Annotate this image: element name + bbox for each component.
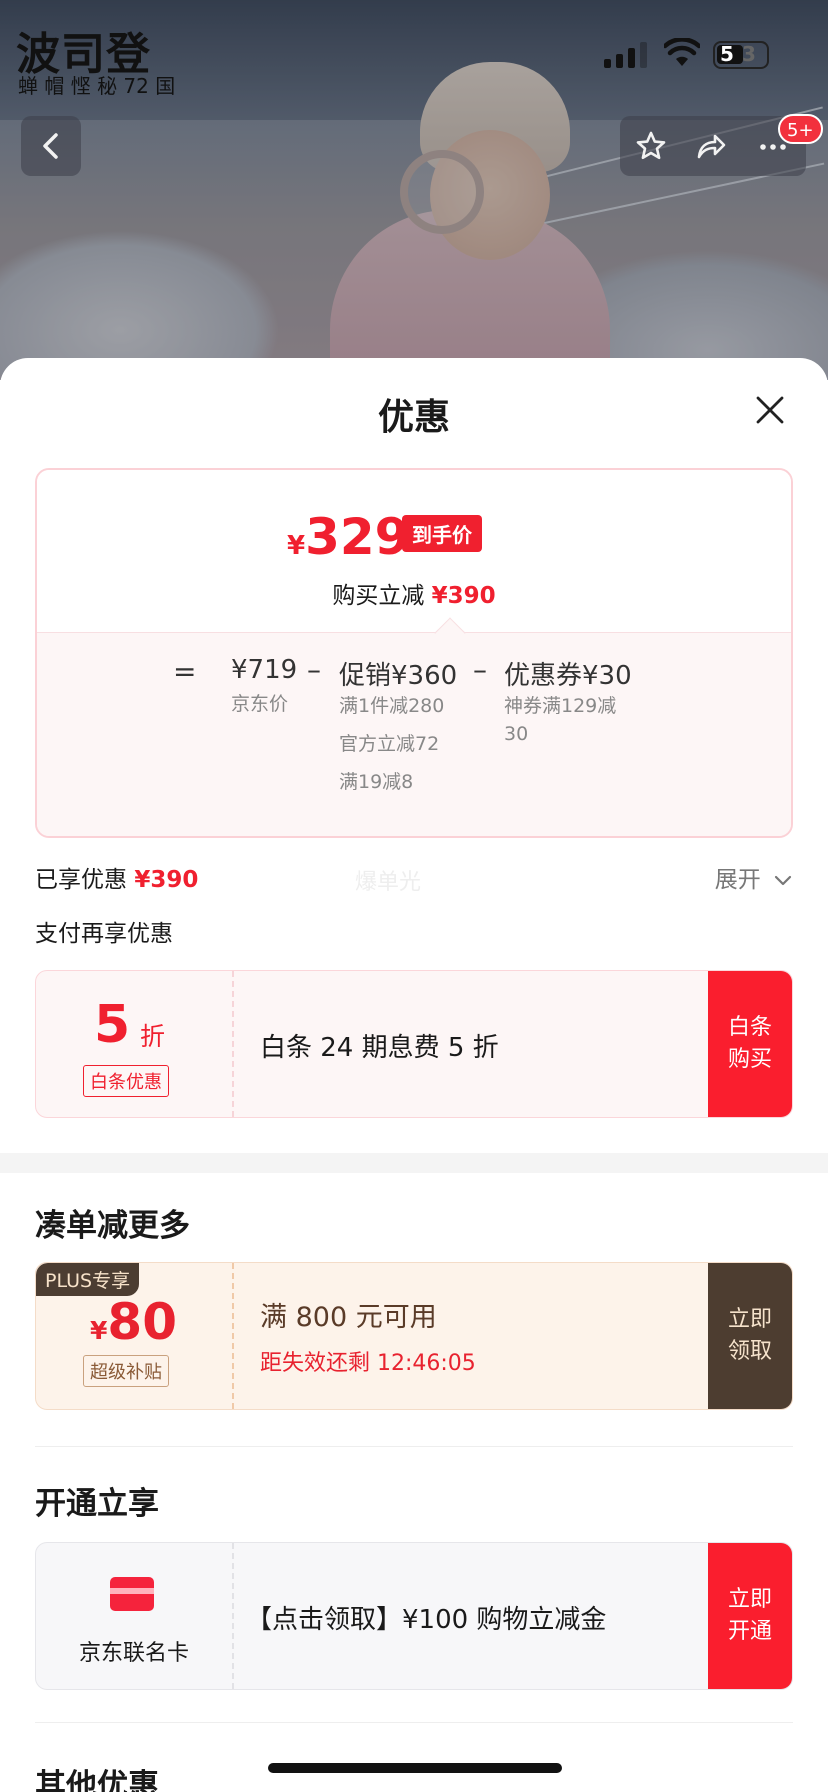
section-separator [0,1153,828,1173]
coupon-total: 优惠券¥30 [504,661,632,691]
back-button[interactable] [21,116,81,176]
final-price-tag: 到手价 [402,515,482,552]
final-price-value: 329 [305,508,410,566]
pay-section-title: 支付再享优惠 [35,921,173,947]
promo-detail: 满19减8 [339,771,414,793]
close-icon[interactable] [754,394,786,426]
baitiao-coupon[interactable]: 5 折 白条优惠 白条 24 期息费 5 折 白条 购买 [35,970,793,1118]
open-section-title: 开通立享 [35,1486,159,1522]
promo-detail: 官方立减72 [339,733,440,755]
plus-coupon-tag: 超级补贴 [83,1355,169,1387]
battery-level: 5 [720,42,734,66]
cobrand-card-offer[interactable]: 京东联名卡 【点击领取】¥100 购物立减金 立即 开通 [35,1542,793,1690]
signal-icon [604,42,647,68]
plus-coupon-countdown: 距失效还剩 12:46:05 [260,1351,476,1376]
promo-total: 促销¥360 [339,661,458,691]
open-card-button[interactable]: 立即 开通 [708,1543,792,1689]
watermark-text: 爆单光 [355,870,422,895]
claim-coupon-button[interactable]: 立即 领取 [708,1263,792,1409]
share-icon[interactable] [695,130,727,162]
plus-coupon[interactable]: PLUS专享 ¥80 超级补贴 满 800 元可用 距失效还剩 12:46:05… [35,1262,793,1410]
expand-label: 展开 [714,867,761,893]
coupon-detail-cont: 30 [504,723,529,745]
battery-level-tail: 3 [742,42,756,66]
final-price: ¥329 [287,508,410,566]
discount-sheet: 优惠 ¥329 到手价 购买立减 ¥390 = ¥719 京东价 – 促销¥36… [0,358,828,1792]
purchase-discount-amount: ¥390 [431,583,496,609]
card-name: 京东联名卡 [78,1641,189,1666]
divider-line [35,1446,793,1447]
purchase-discount: 购买立减 ¥390 [332,583,496,609]
battery-icon: 5 3 [713,41,769,69]
expand-toggle[interactable]: 展开 [715,860,792,894]
chevron-left-icon [43,133,58,159]
credit-card-icon [110,1577,154,1611]
minus-sign: – [307,653,321,686]
baitiao-buy-button[interactable]: 白条 购买 [708,971,792,1117]
enjoyed-discount: 已享优惠 ¥390 [35,867,199,893]
plus-coupon-condition: 满 800 元可用 [260,1302,437,1333]
enjoyed-discount-amount: ¥390 [134,867,199,893]
wifi-icon [664,38,700,66]
home-indicator[interactable] [268,1763,562,1773]
status-bar: 波司登 蝉 帽 悭 秘 72 国 5 3 [0,0,828,100]
minus-sign: – [473,653,487,686]
equals-sign: = [173,655,197,688]
other-section-title: 其他优惠 [35,1768,159,1792]
plus-coupon-amount: ¥80 [90,1293,177,1351]
card-offer-description: 【点击领取】¥100 购物立减金 [246,1605,607,1635]
more-section-title: 凑单减更多 [35,1208,190,1244]
plus-badge: PLUS专享 [36,1263,140,1296]
notification-badge: 5+ [778,114,823,144]
baitiao-tag: 白条优惠 [83,1065,169,1097]
baitiao-discount-unit: 折 [140,1022,166,1051]
brand-subtitle: 蝉 帽 悭 秘 72 国 [18,74,176,98]
promo-detail: 满1件减280 [339,695,445,717]
chevron-down-icon [774,875,792,885]
jd-price: ¥719 [231,655,298,685]
divider-line [35,1722,793,1723]
sheet-title: 优惠 [377,397,450,438]
jd-price-label: 京东价 [231,693,289,715]
baitiao-discount-value: 5 [94,995,131,1055]
baitiao-description: 白条 24 期息费 5 折 [260,1033,499,1063]
star-icon[interactable] [635,130,667,162]
price-breakdown-card: ¥329 到手价 购买立减 ¥390 = ¥719 京东价 – 促销¥360 满… [35,468,793,838]
